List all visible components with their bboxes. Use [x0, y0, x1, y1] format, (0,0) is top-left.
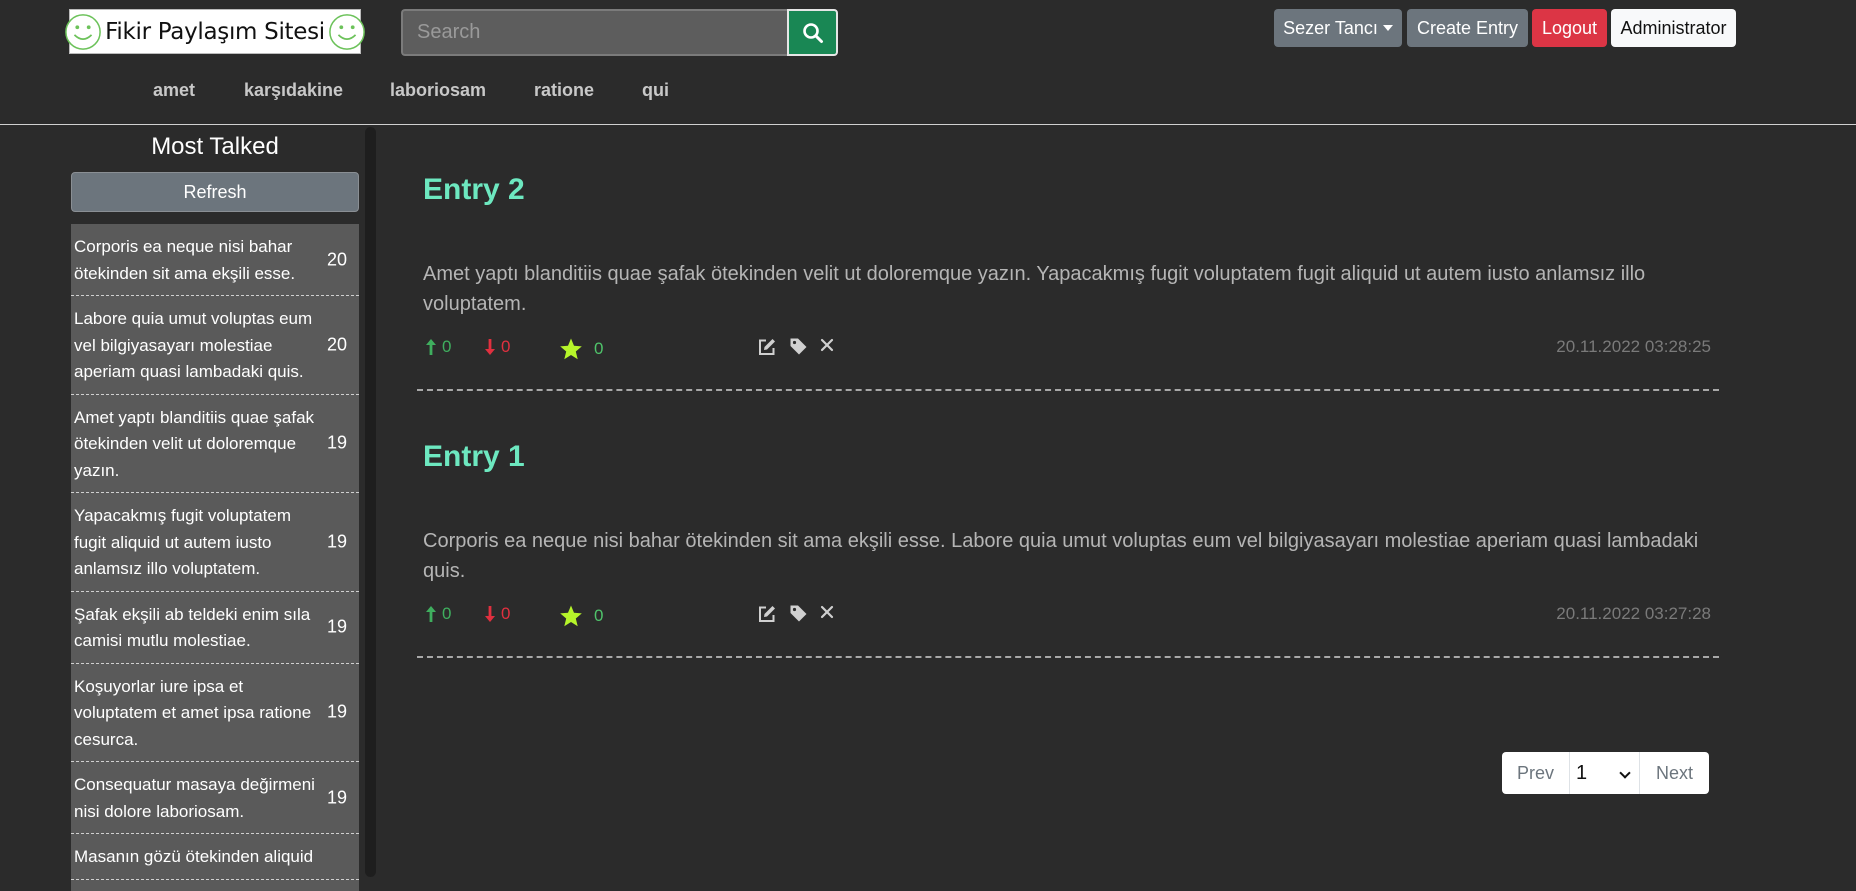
search-icon: [802, 22, 823, 43]
list-item-text: Masanın gözü ötekinden aliquid: [74, 847, 314, 866]
delete-button[interactable]: [819, 604, 835, 620]
entry-card: Entry 1 Corporis ea neque nisi bahar öte…: [417, 440, 1719, 658]
refresh-button[interactable]: Refresh: [71, 172, 359, 212]
entry-title[interactable]: Entry 1: [423, 440, 1719, 474]
close-icon: [820, 605, 834, 619]
chevron-down-icon: [1619, 767, 1631, 779]
list-item-text: Şafak ekşili ab teldeki enim sıla camisi…: [74, 604, 311, 651]
edit-button[interactable]: [757, 604, 777, 624]
arrow-down-icon: [485, 606, 495, 622]
list-item[interactable]: Yapacakmış fugit voluptatem fugit aliqui…: [71, 493, 359, 592]
category-link[interactable]: ratione: [534, 80, 594, 101]
logout-button[interactable]: Logout: [1532, 9, 1607, 47]
list-item[interactable]: Masanın gözü ötekinden aliquid: [71, 834, 359, 880]
category-link[interactable]: amet: [153, 80, 195, 101]
tag-button[interactable]: [789, 604, 808, 623]
upvote-count: 0: [442, 604, 452, 623]
downvote-button[interactable]: 0: [484, 337, 510, 357]
list-item-text: Yapacakmış fugit voluptatem fugit aliqui…: [74, 506, 292, 578]
sidebar-title: Most Talked: [151, 133, 279, 160]
page-select[interactable]: 1: [1570, 752, 1640, 794]
create-entry-button[interactable]: Create Entry: [1407, 9, 1528, 47]
list-item[interactable]: Consequatur masaya değirmeni nisi dolore…: [71, 762, 359, 834]
favorite-button[interactable]: 0: [559, 604, 603, 628]
user-name: Sezer Tancı: [1283, 17, 1378, 38]
next-page-button[interactable]: Next: [1640, 752, 1709, 794]
most-talked-list[interactable]: Corporis ea neque nisi bahar ötekinden s…: [71, 224, 359, 891]
list-item[interactable]: Şafak ekşili ab teldeki enim sıla camisi…: [71, 592, 359, 664]
list-item-text: Koşuyorlar iure ipsa et voluptatem et am…: [74, 676, 312, 749]
edit-button[interactable]: [757, 337, 777, 357]
star-icon: [560, 605, 582, 627]
tag-icon: [790, 338, 807, 355]
list-item-text: Amet yaptı blanditiis quae şafak ötekind…: [74, 407, 315, 480]
list-item-text: Labore quia umut voluptas eum vel bilgiy…: [74, 309, 313, 381]
delete-button[interactable]: [819, 337, 835, 353]
smiley-icon: [329, 13, 365, 50]
site-logo[interactable]: Fikir Paylaşım Sitesi: [65, 9, 365, 54]
list-item-count: 19: [326, 787, 347, 807]
arrow-up-icon: [426, 339, 436, 355]
pagination: Prev 1 Next: [1502, 752, 1709, 794]
downvote-button[interactable]: 0: [484, 604, 510, 624]
list-item[interactable]: Amet yaptı blanditiis quae şafak ötekind…: [71, 395, 359, 493]
entry-body: Amet yaptı blanditiis quae şafak ötekind…: [423, 263, 1646, 315]
search-input[interactable]: [401, 9, 787, 56]
list-item-count: 20: [326, 249, 347, 269]
list-item[interactable]: Labore quia umut voluptas eum vel bilgiy…: [71, 296, 359, 395]
entry-title[interactable]: Entry 2: [423, 173, 1719, 207]
list-item-text: Corporis ea neque nisi bahar ötekinden s…: [74, 237, 296, 283]
close-icon: [820, 338, 834, 352]
favorite-button[interactable]: 0: [559, 337, 603, 361]
tag-button[interactable]: [789, 337, 808, 356]
entry-date: 20.11.2022 03:27:28: [1556, 604, 1711, 623]
edit-icon: [759, 606, 775, 622]
favorite-count: 0: [594, 339, 604, 358]
star-icon: [560, 338, 582, 360]
arrow-up-icon: [426, 606, 436, 622]
category-link[interactable]: qui: [642, 80, 669, 101]
list-item-count: 19: [326, 701, 347, 722]
user-menu-button[interactable]: Sezer Tancı: [1274, 9, 1402, 47]
page-number: 1: [1576, 761, 1588, 784]
category-link[interactable]: laboriosam: [390, 80, 486, 101]
list-item-count: 19: [326, 616, 347, 637]
tag-icon: [790, 605, 807, 622]
edit-icon: [759, 339, 775, 355]
upvote-button[interactable]: 0: [425, 604, 451, 624]
arrow-down-icon: [485, 339, 495, 355]
entry-divider: [417, 656, 1719, 658]
entry-actions: 0 0 0: [417, 604, 1719, 634]
sidebar-scrollbar[interactable]: [365, 127, 376, 877]
smiley-icon: [65, 13, 101, 50]
upvote-count: 0: [442, 337, 452, 356]
entry-body: Corporis ea neque nisi bahar ötekinden s…: [423, 530, 1699, 582]
list-item-count: 20: [326, 334, 347, 355]
logo-text: Fikir Paylaşım Sitesi: [105, 18, 325, 45]
list-item[interactable]: Corporis ea neque nisi bahar ötekinden s…: [71, 224, 359, 296]
downvote-count: 0: [501, 604, 511, 623]
prev-page-button[interactable]: Prev: [1502, 752, 1570, 794]
caret-down-icon: [1382, 25, 1393, 31]
list-item-count: 19: [326, 432, 347, 453]
entry-divider: [417, 389, 1719, 391]
header-divider: [0, 124, 1856, 125]
list-item-count: 19: [326, 531, 347, 552]
list-item[interactable]: Koşuyorlar iure ipsa et voluptatem et am…: [71, 664, 359, 762]
downvote-count: 0: [501, 337, 511, 356]
entry-date: 20.11.2022 03:28:25: [1556, 337, 1711, 356]
list-item-text: Consequatur masaya değirmeni nisi dolore…: [74, 775, 315, 821]
search-button[interactable]: [787, 9, 838, 56]
entry-actions: 0 0 0: [417, 337, 1719, 367]
entry-card: Entry 2 Amet yaptı blanditiis quae şafak…: [417, 173, 1719, 391]
favorite-count: 0: [594, 606, 604, 625]
upvote-button[interactable]: 0: [425, 337, 451, 357]
search-form: [401, 9, 838, 56]
administrator-button[interactable]: Administrator: [1611, 9, 1736, 47]
category-link[interactable]: karşıdakine: [244, 80, 343, 101]
